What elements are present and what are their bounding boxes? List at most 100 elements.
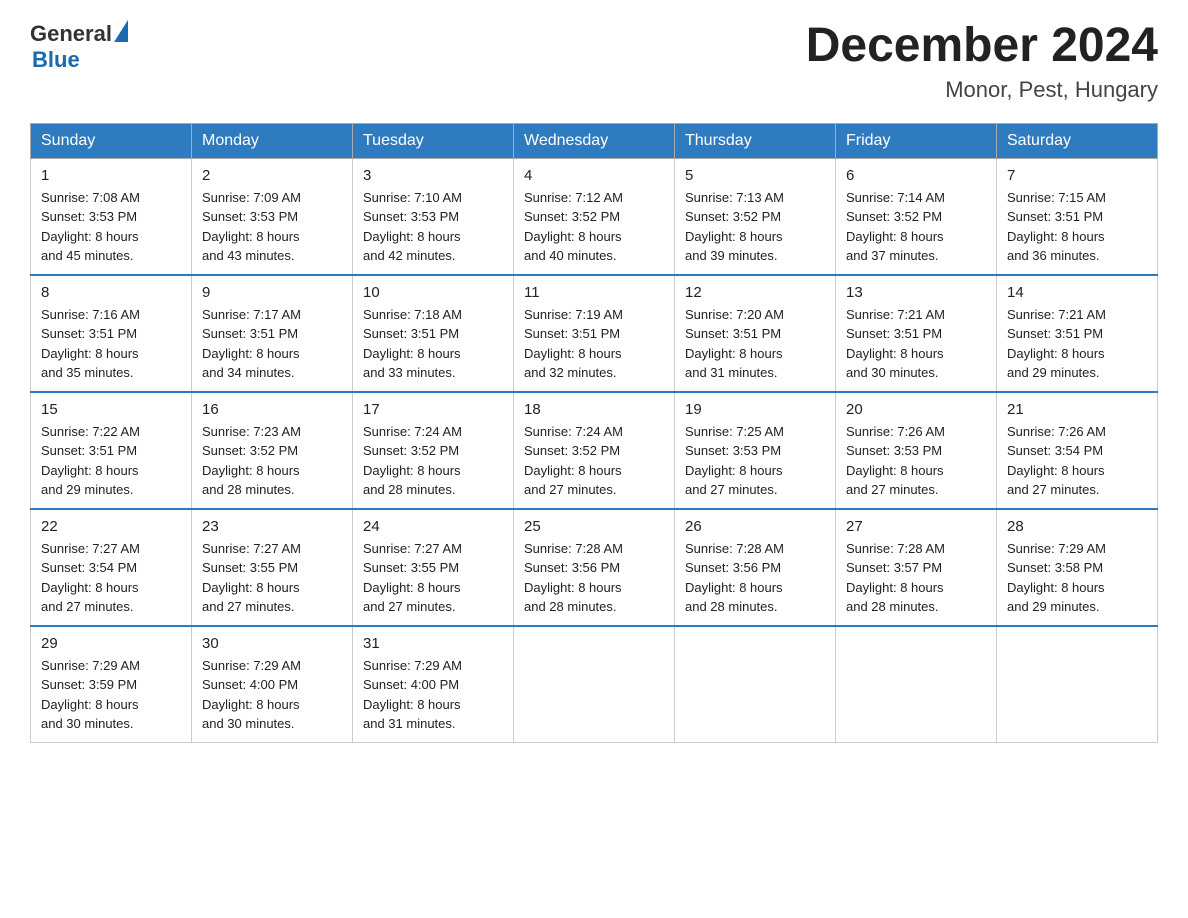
- daylight-text: Daylight: 8 hours: [685, 346, 783, 361]
- header-cell-wednesday: Wednesday: [514, 123, 675, 158]
- day-number: 29: [41, 635, 181, 652]
- day-info: Sunrise: 7:27 AM Sunset: 3:55 PM Dayligh…: [363, 539, 503, 617]
- day-info: Sunrise: 7:16 AM Sunset: 3:51 PM Dayligh…: [41, 305, 181, 383]
- page-header: General Blue December 2024 Monor, Pest, …: [30, 20, 1158, 103]
- sunrise-text: Sunrise: 7:28 AM: [524, 541, 623, 556]
- day-info: Sunrise: 7:26 AM Sunset: 3:54 PM Dayligh…: [1007, 422, 1147, 500]
- sunrise-text: Sunrise: 7:09 AM: [202, 190, 301, 205]
- page-title: December 2024: [806, 20, 1158, 73]
- daylight-text: Daylight: 8 hours: [846, 580, 944, 595]
- day-number: 6: [846, 167, 986, 184]
- daylight-text: Daylight: 8 hours: [41, 346, 139, 361]
- sunset-text: Sunset: 3:52 PM: [524, 443, 620, 458]
- calendar-day-cell: 28 Sunrise: 7:29 AM Sunset: 3:58 PM Dayl…: [997, 509, 1158, 626]
- day-info: Sunrise: 7:21 AM Sunset: 3:51 PM Dayligh…: [1007, 305, 1147, 383]
- daylight-text2: and 31 minutes.: [363, 716, 456, 731]
- daylight-text2: and 27 minutes.: [685, 482, 778, 497]
- day-info: Sunrise: 7:28 AM Sunset: 3:56 PM Dayligh…: [524, 539, 664, 617]
- day-number: 2: [202, 167, 342, 184]
- calendar-day-cell: 30 Sunrise: 7:29 AM Sunset: 4:00 PM Dayl…: [192, 626, 353, 743]
- daylight-text2: and 29 minutes.: [1007, 599, 1100, 614]
- page-subtitle: Monor, Pest, Hungary: [806, 77, 1158, 103]
- day-number: 30: [202, 635, 342, 652]
- day-info: Sunrise: 7:15 AM Sunset: 3:51 PM Dayligh…: [1007, 188, 1147, 266]
- header-cell-saturday: Saturday: [997, 123, 1158, 158]
- daylight-text: Daylight: 8 hours: [202, 697, 300, 712]
- day-number: 7: [1007, 167, 1147, 184]
- daylight-text: Daylight: 8 hours: [524, 580, 622, 595]
- day-info: Sunrise: 7:29 AM Sunset: 3:58 PM Dayligh…: [1007, 539, 1147, 617]
- day-info: Sunrise: 7:25 AM Sunset: 3:53 PM Dayligh…: [685, 422, 825, 500]
- sunset-text: Sunset: 3:51 PM: [363, 326, 459, 341]
- sunrise-text: Sunrise: 7:19 AM: [524, 307, 623, 322]
- day-info: Sunrise: 7:10 AM Sunset: 3:53 PM Dayligh…: [363, 188, 503, 266]
- calendar-week-row: 15 Sunrise: 7:22 AM Sunset: 3:51 PM Dayl…: [31, 392, 1158, 509]
- sunrise-text: Sunrise: 7:22 AM: [41, 424, 140, 439]
- sunset-text: Sunset: 3:51 PM: [846, 326, 942, 341]
- day-info: Sunrise: 7:12 AM Sunset: 3:52 PM Dayligh…: [524, 188, 664, 266]
- sunrise-text: Sunrise: 7:14 AM: [846, 190, 945, 205]
- calendar-week-row: 1 Sunrise: 7:08 AM Sunset: 3:53 PM Dayli…: [31, 158, 1158, 275]
- daylight-text2: and 31 minutes.: [685, 365, 778, 380]
- calendar-day-cell: 11 Sunrise: 7:19 AM Sunset: 3:51 PM Dayl…: [514, 275, 675, 392]
- daylight-text: Daylight: 8 hours: [363, 463, 461, 478]
- day-number: 10: [363, 284, 503, 301]
- daylight-text2: and 39 minutes.: [685, 248, 778, 263]
- calendar-day-cell: 23 Sunrise: 7:27 AM Sunset: 3:55 PM Dayl…: [192, 509, 353, 626]
- header-cell-sunday: Sunday: [31, 123, 192, 158]
- day-number: 17: [363, 401, 503, 418]
- sunrise-text: Sunrise: 7:20 AM: [685, 307, 784, 322]
- calendar-day-cell: 31 Sunrise: 7:29 AM Sunset: 4:00 PM Dayl…: [353, 626, 514, 743]
- daylight-text: Daylight: 8 hours: [41, 580, 139, 595]
- sunset-text: Sunset: 3:51 PM: [202, 326, 298, 341]
- sunrise-text: Sunrise: 7:29 AM: [363, 658, 462, 673]
- calendar-day-cell: 4 Sunrise: 7:12 AM Sunset: 3:52 PM Dayli…: [514, 158, 675, 275]
- day-info: Sunrise: 7:27 AM Sunset: 3:55 PM Dayligh…: [202, 539, 342, 617]
- calendar-day-cell: [836, 626, 997, 743]
- day-info: Sunrise: 7:17 AM Sunset: 3:51 PM Dayligh…: [202, 305, 342, 383]
- sunrise-text: Sunrise: 7:25 AM: [685, 424, 784, 439]
- daylight-text: Daylight: 8 hours: [524, 463, 622, 478]
- sunrise-text: Sunrise: 7:17 AM: [202, 307, 301, 322]
- sunset-text: Sunset: 3:54 PM: [1007, 443, 1103, 458]
- day-number: 19: [685, 401, 825, 418]
- day-number: 12: [685, 284, 825, 301]
- sunrise-text: Sunrise: 7:28 AM: [685, 541, 784, 556]
- calendar-day-cell: 13 Sunrise: 7:21 AM Sunset: 3:51 PM Dayl…: [836, 275, 997, 392]
- daylight-text2: and 28 minutes.: [846, 599, 939, 614]
- daylight-text2: and 27 minutes.: [202, 599, 295, 614]
- sunrise-text: Sunrise: 7:29 AM: [1007, 541, 1106, 556]
- day-number: 22: [41, 518, 181, 535]
- sunrise-text: Sunrise: 7:18 AM: [363, 307, 462, 322]
- day-number: 5: [685, 167, 825, 184]
- calendar-day-cell: 8 Sunrise: 7:16 AM Sunset: 3:51 PM Dayli…: [31, 275, 192, 392]
- daylight-text2: and 27 minutes.: [1007, 482, 1100, 497]
- day-number: 28: [1007, 518, 1147, 535]
- daylight-text: Daylight: 8 hours: [1007, 229, 1105, 244]
- daylight-text2: and 40 minutes.: [524, 248, 617, 263]
- daylight-text2: and 28 minutes.: [363, 482, 456, 497]
- day-number: 18: [524, 401, 664, 418]
- calendar-day-cell: 15 Sunrise: 7:22 AM Sunset: 3:51 PM Dayl…: [31, 392, 192, 509]
- sunset-text: Sunset: 4:00 PM: [363, 677, 459, 692]
- day-info: Sunrise: 7:22 AM Sunset: 3:51 PM Dayligh…: [41, 422, 181, 500]
- calendar-day-cell: 1 Sunrise: 7:08 AM Sunset: 3:53 PM Dayli…: [31, 158, 192, 275]
- daylight-text: Daylight: 8 hours: [202, 229, 300, 244]
- daylight-text2: and 29 minutes.: [1007, 365, 1100, 380]
- sunset-text: Sunset: 3:58 PM: [1007, 560, 1103, 575]
- calendar-day-cell: 24 Sunrise: 7:27 AM Sunset: 3:55 PM Dayl…: [353, 509, 514, 626]
- calendar-body: 1 Sunrise: 7:08 AM Sunset: 3:53 PM Dayli…: [31, 158, 1158, 742]
- calendar-day-cell: [675, 626, 836, 743]
- sunset-text: Sunset: 3:56 PM: [685, 560, 781, 575]
- day-info: Sunrise: 7:21 AM Sunset: 3:51 PM Dayligh…: [846, 305, 986, 383]
- daylight-text2: and 27 minutes.: [41, 599, 134, 614]
- daylight-text2: and 29 minutes.: [41, 482, 134, 497]
- sunset-text: Sunset: 3:57 PM: [846, 560, 942, 575]
- daylight-text2: and 27 minutes.: [363, 599, 456, 614]
- logo-blue-text: Blue: [32, 47, 80, 73]
- calendar-week-row: 29 Sunrise: 7:29 AM Sunset: 3:59 PM Dayl…: [31, 626, 1158, 743]
- daylight-text2: and 28 minutes.: [685, 599, 778, 614]
- sunset-text: Sunset: 4:00 PM: [202, 677, 298, 692]
- sunrise-text: Sunrise: 7:27 AM: [41, 541, 140, 556]
- calendar-day-cell: 17 Sunrise: 7:24 AM Sunset: 3:52 PM Dayl…: [353, 392, 514, 509]
